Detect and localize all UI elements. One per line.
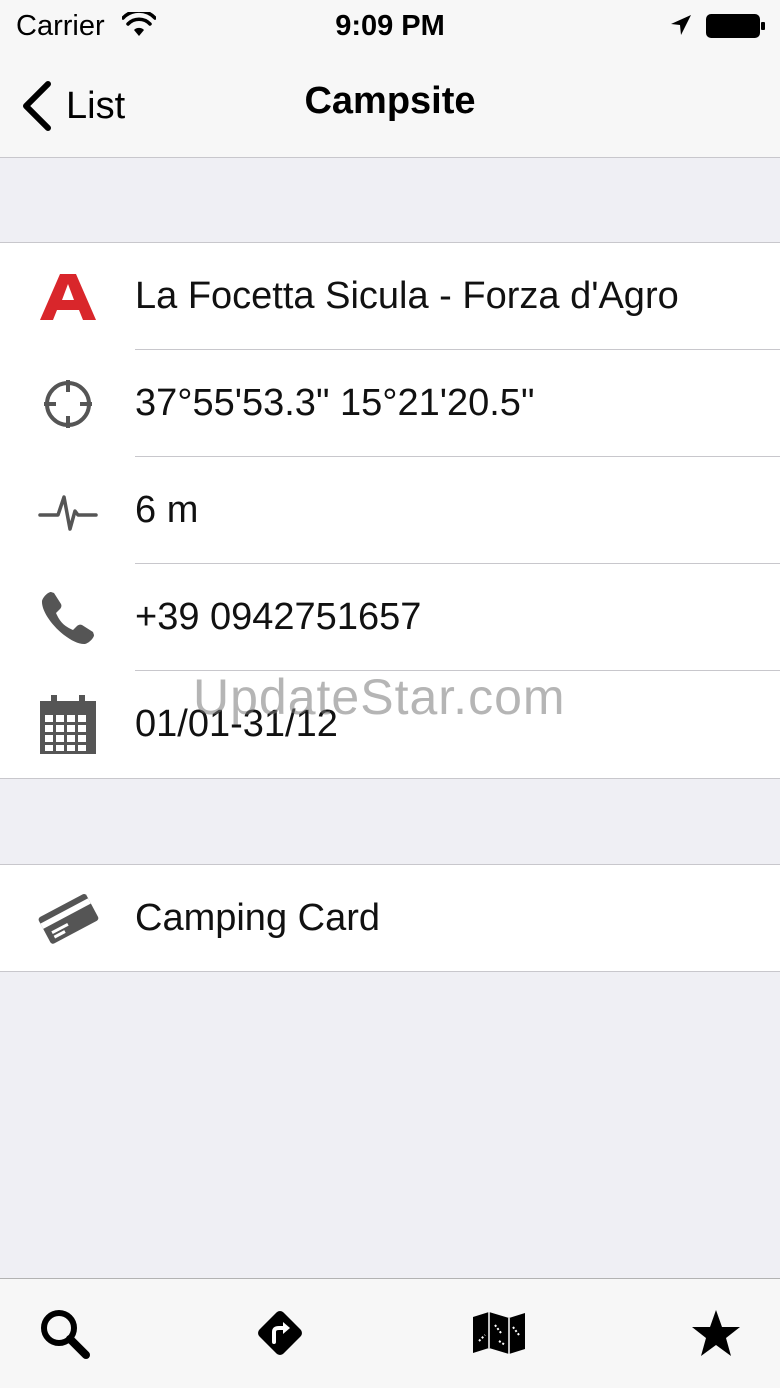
tab-favorites[interactable] (684, 1301, 748, 1365)
phone-icon (36, 586, 100, 650)
open-period-value: 01/01-31/12 (135, 703, 338, 745)
detail-row-altitude: 6 m (0, 457, 780, 564)
campsite-name: La Focetta Sicula - Forza d'Agro (135, 275, 679, 317)
tab-route[interactable] (248, 1301, 312, 1365)
campsite-details: La Focetta Sicula - Forza d'Agro 37°55'5… (0, 242, 780, 779)
altitude-pulse-icon (36, 479, 100, 543)
tab-map[interactable] (467, 1301, 531, 1365)
camping-card-label: Camping Card (135, 896, 380, 939)
phone-number: +39 0942751657 (135, 596, 422, 638)
navigation-bar: List Campsite (0, 54, 780, 158)
camping-card-row[interactable]: Camping Card (0, 865, 780, 971)
detail-row-coordinates[interactable]: 37°55'53.3" 15°21'20.5" (0, 350, 780, 457)
campsite-extras: Camping Card (0, 864, 780, 972)
crosshair-icon (36, 372, 100, 436)
star-icon (692, 1310, 740, 1356)
calendar-icon (36, 693, 100, 757)
battery-icon (706, 14, 765, 38)
page-title: Campsite (304, 80, 476, 122)
altitude-value: 6 m (135, 489, 199, 531)
detail-row-open-period: 01/01-31/12 (0, 671, 780, 778)
detail-row-name: La Focetta Sicula - Forza d'Agro (0, 243, 780, 350)
detail-row-phone[interactable]: +39 0942751657 (0, 564, 780, 671)
status-bar: Carrier 9:09 PM (0, 0, 780, 54)
tab-search[interactable] (32, 1301, 96, 1365)
card-icon (36, 886, 100, 950)
location-arrow-icon (671, 15, 691, 35)
map-icon (473, 1312, 525, 1354)
search-icon (41, 1310, 90, 1359)
route-icon (258, 1311, 302, 1355)
status-time: 9:09 PM (335, 10, 445, 42)
tab-bar (0, 1278, 780, 1388)
campsite-logo-icon (36, 265, 100, 329)
coordinates-value: 37°55'53.3" 15°21'20.5" (135, 382, 535, 424)
